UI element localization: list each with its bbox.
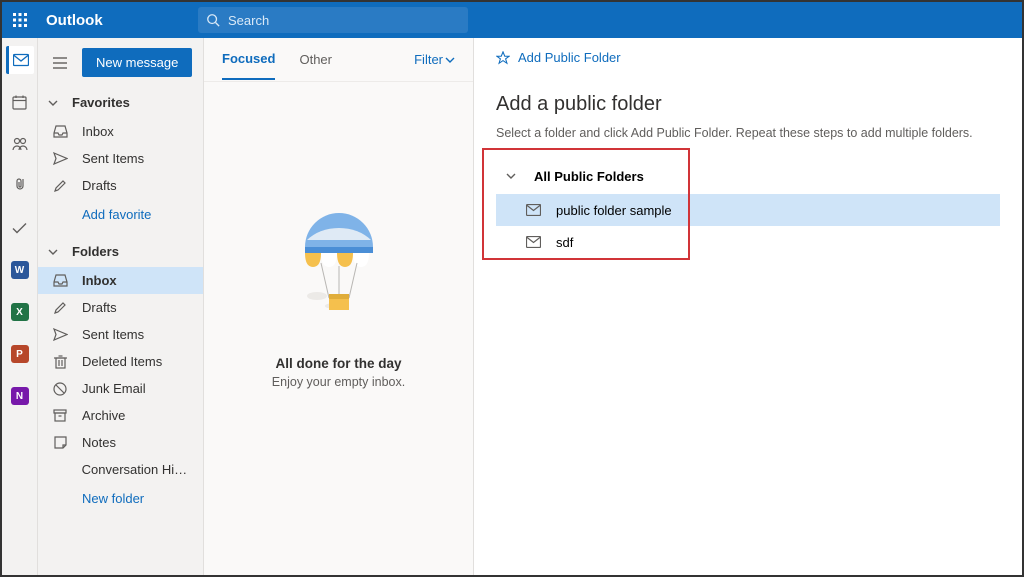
empty-state: All done for the day Enjoy your empty in… xyxy=(204,82,473,575)
new-folder-link[interactable]: New folder xyxy=(38,483,203,514)
rail-people-icon[interactable] xyxy=(6,130,34,158)
chevron-down-icon xyxy=(48,98,58,108)
folder-label: Notes xyxy=(82,435,116,450)
favorite-item[interactable]: Inbox xyxy=(38,118,203,145)
app-rail: WXPN xyxy=(2,38,38,575)
add-public-folder-link[interactable]: Add Public Folder xyxy=(496,50,1000,65)
rail-mail-icon[interactable] xyxy=(6,46,34,74)
public-folder-item[interactable]: sdf xyxy=(496,226,1000,258)
junk-icon xyxy=(50,382,70,396)
search-input[interactable]: Search xyxy=(198,7,468,33)
public-folder-label: public folder sample xyxy=(556,203,672,218)
folder-item[interactable]: Inbox xyxy=(38,267,203,294)
filter-button[interactable]: Filter xyxy=(414,52,455,67)
favorite-item[interactable]: Sent Items xyxy=(38,145,203,172)
folder-item[interactable]: Conversation Hist... xyxy=(38,456,203,483)
inbox-icon xyxy=(50,125,70,138)
folder-label: Inbox xyxy=(82,273,117,288)
favorite-label: Inbox xyxy=(82,124,114,139)
add-favorite-link[interactable]: Add favorite xyxy=(38,199,203,230)
star-add-icon xyxy=(496,51,510,65)
favorites-label: Favorites xyxy=(72,95,130,110)
folder-item[interactable]: Drafts xyxy=(38,294,203,321)
empty-illustration xyxy=(279,208,399,338)
folder-label: Deleted Items xyxy=(82,354,162,369)
chevron-down-icon xyxy=(48,247,58,257)
empty-title: All done for the day xyxy=(275,356,401,371)
rail-powerpoint-icon[interactable]: P xyxy=(6,340,34,368)
panel-title: Add a public folder xyxy=(496,93,1000,116)
rail-todo-icon[interactable] xyxy=(6,214,34,242)
folders-label-text: Folders xyxy=(72,244,119,259)
picker-root-label: All Public Folders xyxy=(534,169,644,184)
filter-label: Filter xyxy=(414,52,443,67)
mail-icon xyxy=(524,236,542,248)
archive-icon xyxy=(50,409,70,422)
folders-section[interactable]: Folders xyxy=(38,236,203,267)
send-icon xyxy=(50,328,70,341)
draft-icon xyxy=(50,179,70,193)
app-launcher-icon[interactable] xyxy=(2,13,38,27)
folder-pane: New message Favorites Inbox Sent Items Dra… xyxy=(38,38,204,575)
tab-focused[interactable]: Focused xyxy=(222,39,275,80)
folder-item[interactable]: Archive xyxy=(38,402,203,429)
inbox-icon xyxy=(50,274,70,287)
rail-onenote-icon[interactable]: N xyxy=(6,382,34,410)
folder-label: Archive xyxy=(82,408,125,423)
favorite-label: Sent Items xyxy=(82,151,144,166)
rail-files-icon[interactable] xyxy=(6,172,34,200)
folder-item[interactable]: Deleted Items xyxy=(38,348,203,375)
favorite-item[interactable]: Drafts xyxy=(38,172,203,199)
trash-icon xyxy=(50,355,70,369)
folder-item[interactable]: Junk Email xyxy=(38,375,203,402)
public-folder-label: sdf xyxy=(556,235,573,250)
public-folder-item[interactable]: public folder sample xyxy=(496,194,1000,226)
chevron-down-icon xyxy=(506,171,516,181)
message-list-pane: Focused Other Filter xyxy=(204,38,474,575)
new-message-button[interactable]: New message xyxy=(82,48,192,77)
search-placeholder: Search xyxy=(228,13,269,28)
public-folder-picker: All Public Folders public folder sample s… xyxy=(496,158,1000,258)
mail-icon xyxy=(524,204,542,216)
app-title: Outlook xyxy=(38,12,198,29)
rail-excel-icon[interactable]: X xyxy=(6,298,34,326)
add-public-folder-link-label: Add Public Folder xyxy=(518,50,621,65)
rail-word-icon[interactable]: W xyxy=(6,256,34,284)
send-icon xyxy=(50,152,70,165)
empty-subtitle: Enjoy your empty inbox. xyxy=(272,375,405,389)
folder-label: Conversation Hist... xyxy=(82,462,193,477)
picker-root[interactable]: All Public Folders xyxy=(496,158,1000,194)
favorites-section[interactable]: Favorites xyxy=(38,87,203,118)
draft-icon xyxy=(50,301,70,315)
app-header: Outlook Search xyxy=(2,2,1022,38)
tab-other[interactable]: Other xyxy=(299,40,332,79)
rail-calendar-icon[interactable] xyxy=(6,88,34,116)
folder-label: Sent Items xyxy=(82,327,144,342)
folder-label: Junk Email xyxy=(82,381,146,396)
folder-label: Drafts xyxy=(82,300,117,315)
folder-item[interactable]: Sent Items xyxy=(38,321,203,348)
chevron-down-icon xyxy=(445,55,455,65)
add-public-folder-panel: Add Public Folder Add a public folder Se… xyxy=(474,38,1022,575)
menu-icon[interactable] xyxy=(48,57,72,69)
folder-item[interactable]: Notes xyxy=(38,429,203,456)
favorite-label: Drafts xyxy=(82,178,117,193)
search-icon xyxy=(206,13,220,27)
note-icon xyxy=(50,436,70,449)
panel-description: Select a folder and click Add Public Fol… xyxy=(496,126,1000,140)
